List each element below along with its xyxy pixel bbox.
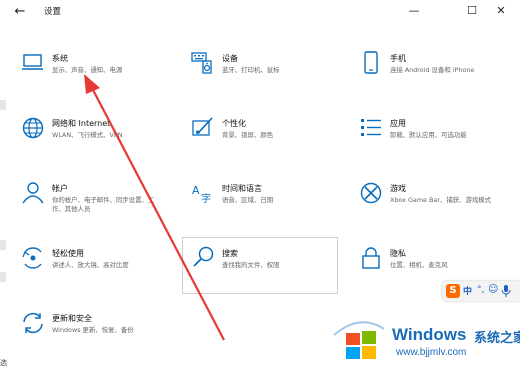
ime-mic-icon[interactable] — [501, 284, 511, 298]
sogou-logo-icon[interactable]: S — [446, 284, 460, 298]
watermark-brand-cn: 系统之家 — [474, 331, 520, 346]
ime-toolbar[interactable]: S 中 °, ☺ — [442, 281, 520, 301]
background-window-text: 选 — [0, 359, 7, 367]
windows-logo-icon — [333, 321, 385, 359]
ime-punctuation-toggle[interactable]: °, — [477, 285, 484, 295]
settings-window: ← 设置 — ☐ ✕ 系统 显示、声音、通知、电源 设备 蓝牙、打印机、鼠标 手… — [0, 0, 520, 368]
watermark: Windows 系统之家 www.bjjmlv.com — [322, 305, 520, 368]
watermark-url: www.bjjmlv.com — [396, 347, 467, 358]
ime-emoji-icon[interactable]: ☺ — [488, 284, 498, 295]
watermark-brand: Windows — [392, 325, 467, 344]
ime-language-toggle[interactable]: 中 — [463, 284, 472, 297]
